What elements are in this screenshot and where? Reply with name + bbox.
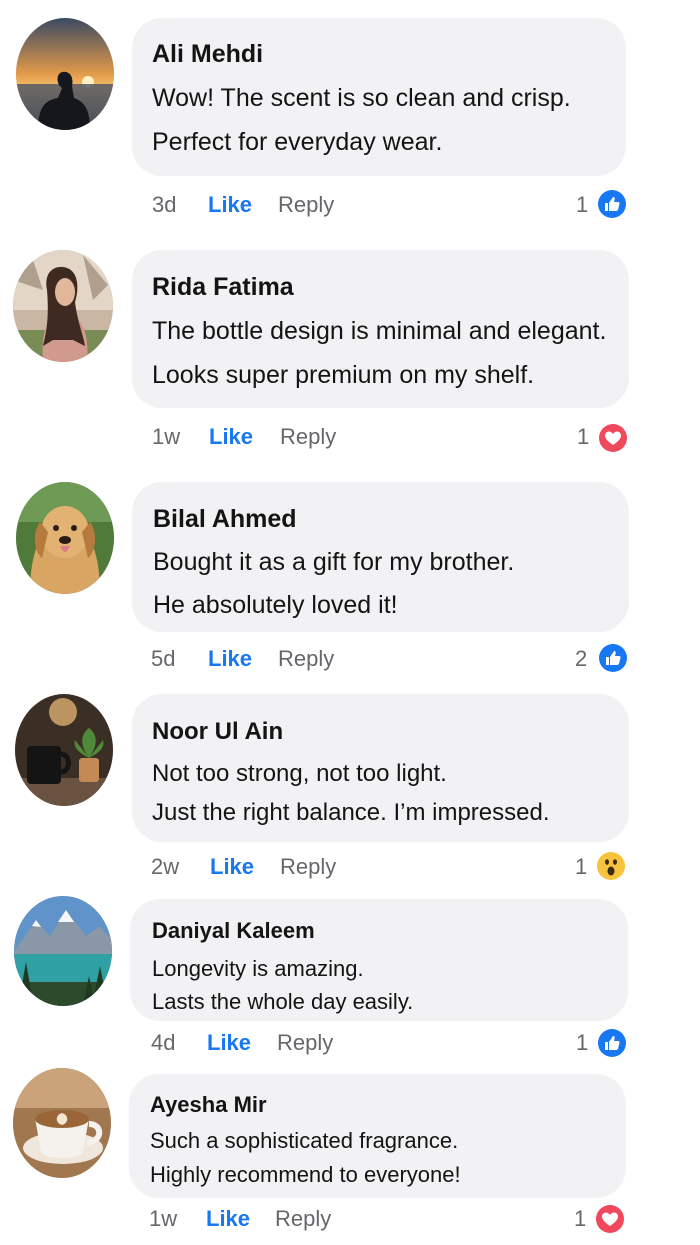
reaction-count[interactable]: 1 (577, 424, 589, 450)
comment-text-line: Highly recommend to everyone! (150, 1162, 461, 1187)
comment-author[interactable]: Rida Fatima (152, 273, 294, 302)
like-button[interactable]: Like (208, 192, 252, 218)
comment-actions: 3d Like Reply 1 (0, 190, 700, 224)
comment-text-line: Bought it as a gift for my brother. (153, 548, 515, 576)
comment-text-line: The bottle design is minimal and elegant… (152, 317, 607, 345)
wow-reaction-icon[interactable] (597, 852, 625, 880)
mountain-lake-avatar[interactable] (14, 896, 112, 1006)
like-reaction-icon[interactable] (599, 644, 627, 672)
comment-timestamp[interactable]: 4d (151, 1030, 175, 1056)
coffee-mug-plant-avatar[interactable] (15, 694, 113, 806)
reply-button[interactable]: Reply (278, 646, 334, 672)
comment-text-line: He absolutely loved it! (153, 591, 398, 619)
reaction-count[interactable]: 1 (576, 1030, 588, 1056)
comment-author[interactable]: Noor Ul Ain (152, 718, 283, 746)
comment-text-line: Such a sophisticated fragrance. (150, 1128, 459, 1153)
reply-button[interactable]: Reply (280, 424, 336, 450)
comment-text-line: Lasts the whole day easily. (152, 989, 414, 1014)
comment-timestamp[interactable]: 3d (152, 192, 176, 218)
like-button[interactable]: Like (206, 1206, 250, 1232)
love-reaction-icon[interactable] (599, 424, 627, 452)
like-button[interactable]: Like (208, 646, 252, 672)
like-reaction-icon[interactable] (598, 1029, 626, 1057)
comment-actions: 1w Like Reply 1 (0, 422, 700, 456)
comment-text-line: Wow! The scent is so clean and crisp. (152, 84, 571, 112)
comment-actions: 4d Like Reply 1 (0, 1028, 700, 1062)
reaction-count[interactable]: 1 (576, 192, 588, 218)
comment-actions: 1w Like Reply 1 (0, 1204, 700, 1238)
reply-button[interactable]: Reply (278, 192, 334, 218)
love-reaction-icon[interactable] (596, 1205, 624, 1233)
woman-portrait-avatar[interactable] (13, 250, 113, 362)
comment-timestamp[interactable]: 1w (149, 1206, 177, 1232)
sunset-silhouette-avatar[interactable] (16, 18, 114, 130)
like-button[interactable]: Like (207, 1030, 251, 1056)
comment-actions: 2w Like Reply 1 (0, 852, 700, 886)
comment-timestamp[interactable]: 1w (152, 424, 180, 450)
comment-text-line: Just the right balance. I’m impressed. (152, 799, 550, 826)
comment-timestamp[interactable]: 5d (151, 646, 175, 672)
reaction-count[interactable]: 1 (574, 1206, 586, 1232)
reaction-count[interactable]: 2 (575, 646, 587, 672)
latte-art-avatar[interactable] (13, 1068, 111, 1178)
comment-text-line: Looks super premium on my shelf. (152, 361, 535, 389)
comment-text-line: Perfect for everyday wear. (152, 128, 443, 156)
comment-timestamp[interactable]: 2w (151, 854, 179, 880)
comment-text-line: Longevity is amazing. (152, 956, 364, 981)
reply-button[interactable]: Reply (275, 1206, 331, 1232)
reply-button[interactable]: Reply (280, 854, 336, 880)
golden-retriever-avatar[interactable] (16, 482, 114, 594)
comment-author[interactable]: Daniyal Kaleem (152, 918, 315, 944)
comment-actions: 5d Like Reply 2 (0, 644, 700, 678)
comment-text-line: Not too strong, not too light. (152, 760, 447, 787)
reaction-count[interactable]: 1 (575, 854, 587, 880)
like-button[interactable]: Like (209, 424, 253, 450)
reply-button[interactable]: Reply (277, 1030, 333, 1056)
comment-author[interactable]: Bilal Ahmed (153, 505, 297, 534)
like-reaction-icon[interactable] (598, 190, 626, 218)
like-button[interactable]: Like (210, 854, 254, 880)
comment-author[interactable]: Ayesha Mir (150, 1092, 267, 1118)
comment-author[interactable]: Ali Mehdi (152, 40, 263, 69)
